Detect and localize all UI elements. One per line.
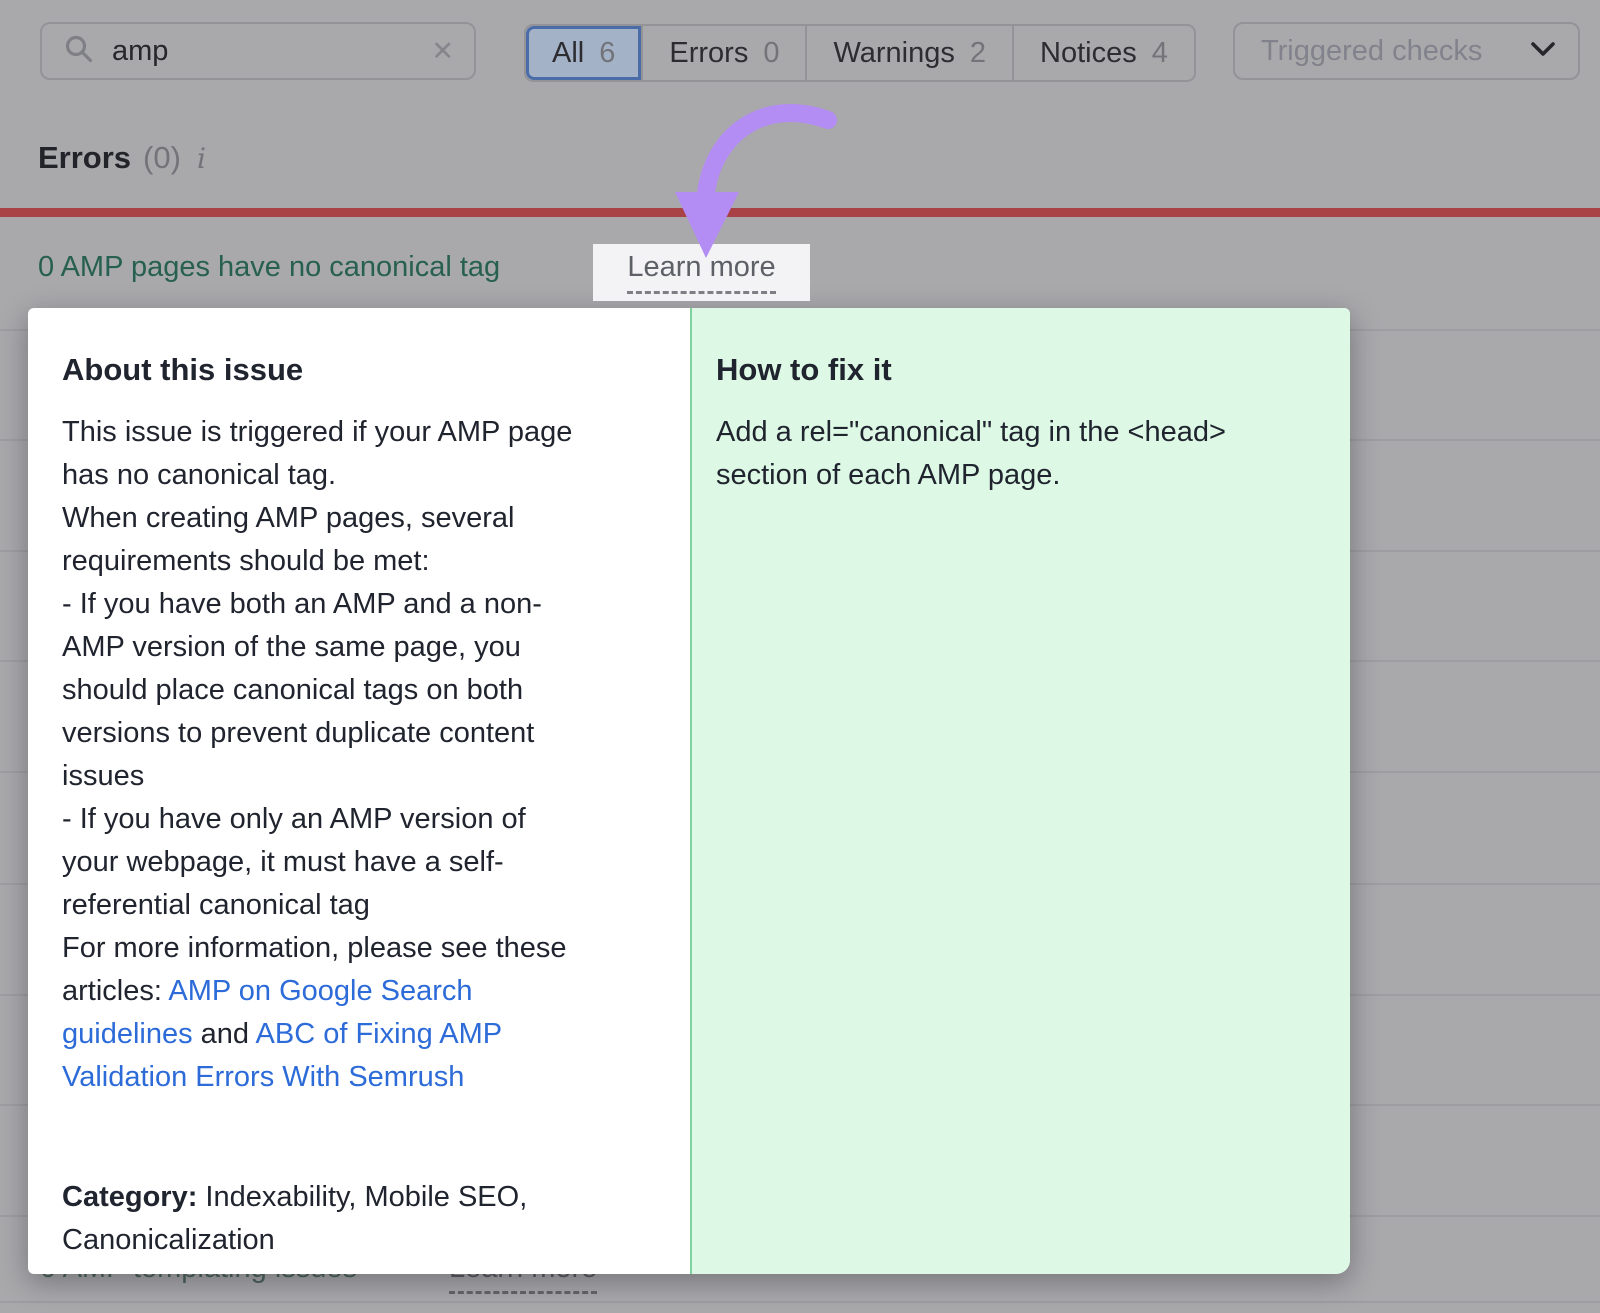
issue-filter-tabs: All 6 Errors 0 Warnings 2 Notices 4 (524, 24, 1196, 82)
section-title: Errors (38, 140, 131, 176)
search-icon (64, 34, 94, 69)
search-input[interactable]: amp ✕ (40, 22, 476, 80)
errors-section-bar (0, 208, 1600, 217)
info-icon[interactable]: i (197, 142, 206, 175)
tab-all[interactable]: All 6 (526, 26, 643, 80)
tab-warnings[interactable]: Warnings 2 (807, 26, 1014, 80)
fix-heading: How to fix it (716, 352, 1326, 388)
tab-count: 0 (763, 37, 779, 70)
site-audit-screen: amp ✕ All 6 Errors 0 Warnings 2 Notices … (0, 0, 1600, 1313)
issue-row-title: 0 AMP pages have no canonical tag (38, 251, 500, 284)
triggered-checks-dropdown[interactable]: Triggered checks (1233, 22, 1580, 80)
tab-errors[interactable]: Errors 0 (643, 26, 807, 80)
learn-more-label: Learn more (627, 251, 775, 294)
tab-notices[interactable]: Notices 4 (1014, 26, 1194, 80)
tab-count: 6 (599, 37, 615, 70)
issue-category: Category: Indexability, Mobile SEO, Cano… (62, 1133, 670, 1262)
tab-label: Errors (669, 37, 748, 70)
learn-more-button[interactable]: Learn more (593, 244, 810, 301)
clear-search-icon[interactable]: ✕ (431, 36, 454, 67)
about-body: This issue is triggered if your AMP page… (62, 411, 670, 1099)
search-value[interactable]: amp (112, 35, 431, 68)
dropdown-label: Triggered checks (1261, 35, 1482, 68)
tab-label: Warnings (833, 37, 954, 70)
about-text: and (193, 1018, 256, 1050)
section-count: (0) (143, 140, 181, 176)
tab-count: 4 (1152, 37, 1168, 70)
tab-count: 2 (970, 37, 986, 70)
tab-label: All (552, 37, 584, 70)
table-row-divider (0, 1301, 1600, 1303)
chevron-down-icon (1530, 40, 1556, 63)
issue-details-popup: About this issue This issue is triggered… (28, 308, 1350, 1274)
category-label: Category: (62, 1181, 197, 1213)
about-text: This issue is triggered if your AMP page… (62, 416, 572, 1007)
how-to-fix-panel: How to fix it Add a rel="canonical" tag … (690, 308, 1350, 1274)
errors-section-header: Errors (0) i (38, 140, 206, 176)
about-heading: About this issue (62, 352, 670, 388)
tab-label: Notices (1040, 37, 1137, 70)
fix-body: Add a rel="canonical" tag in the <head> … (716, 411, 1326, 497)
about-panel: About this issue This issue is triggered… (28, 308, 690, 1274)
